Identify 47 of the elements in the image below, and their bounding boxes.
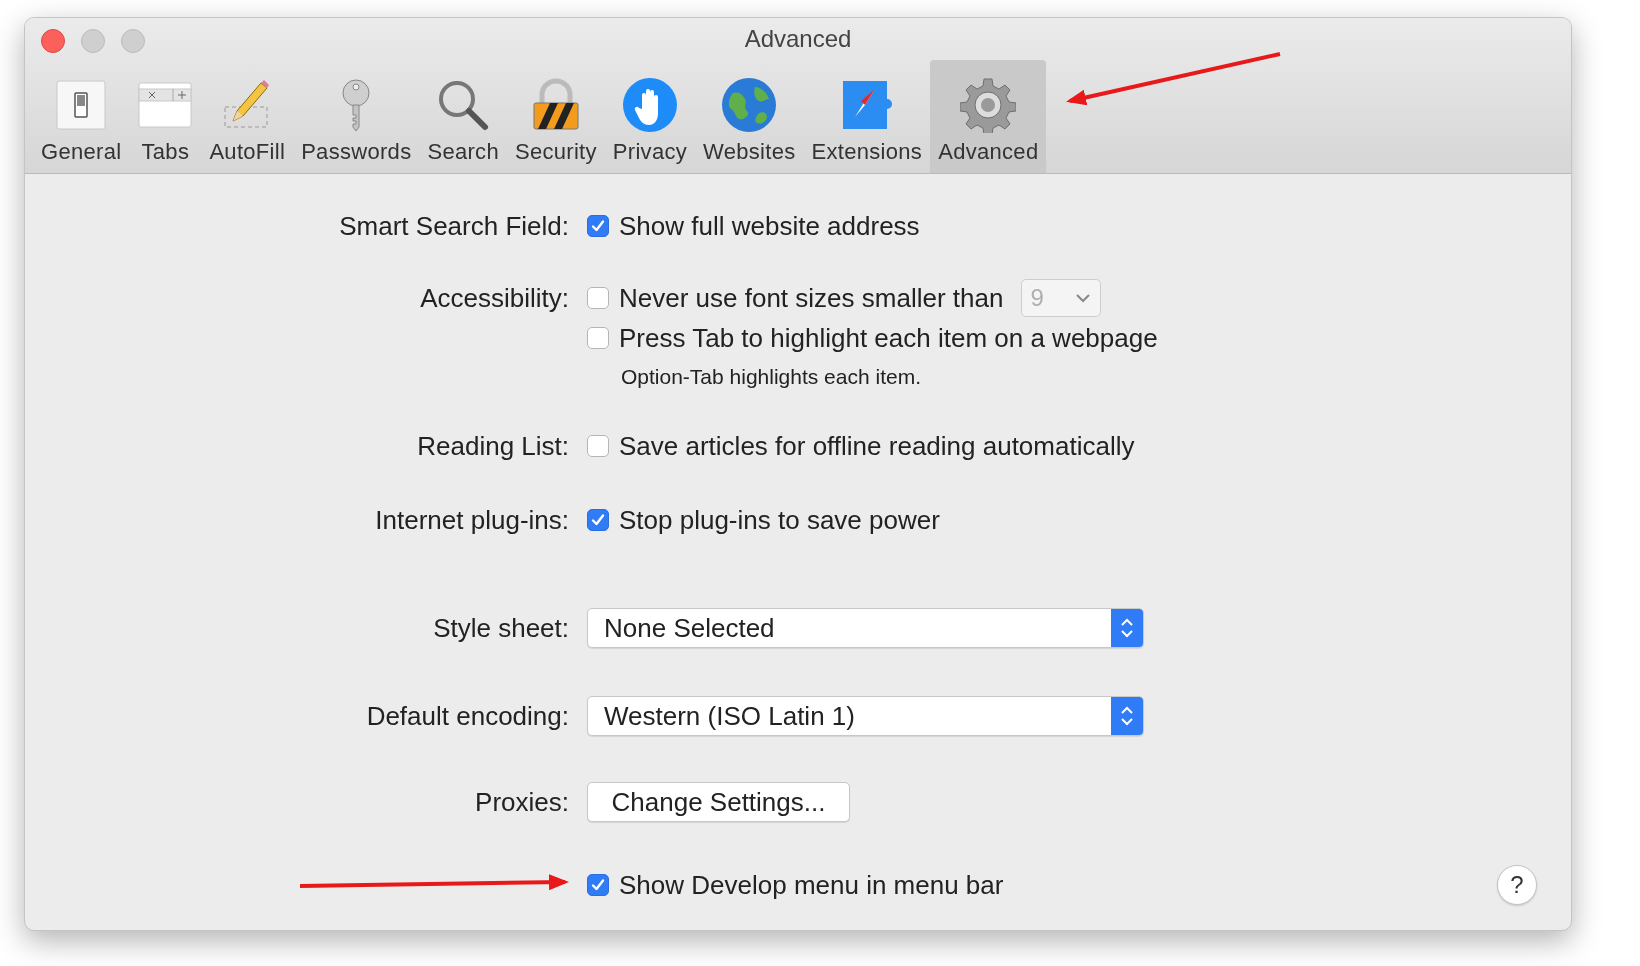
checkmark-icon: [590, 877, 606, 893]
zoom-button[interactable]: [121, 29, 145, 53]
setting-label: Internet plug-ins:: [374, 505, 569, 535]
minimize-button[interactable]: [81, 29, 105, 53]
checkbox[interactable]: [587, 509, 609, 531]
option-label: Press Tab to highlight each item on a webpage: [619, 322, 1158, 354]
setting-label: Proxies:: [474, 787, 569, 817]
raised-hand-icon: [621, 77, 678, 133]
toolbar-tab[interactable]: Websites: [695, 60, 804, 173]
setting-label: Default encoding:: [365, 701, 569, 731]
toolbar-tab[interactable]: Privacy: [604, 60, 696, 173]
checkbox[interactable]: [587, 215, 609, 237]
gear-icon: [960, 77, 1017, 133]
option-label: Show Develop menu in menu bar: [619, 869, 1004, 901]
window-title: Advanced: [744, 25, 852, 53]
option-label: Save articles for offline reading automatically: [619, 430, 1135, 462]
checkbox[interactable]: [587, 435, 609, 457]
option-label: Show full website address: [619, 210, 920, 242]
toolbar-tab[interactable]: AutoFill: [201, 60, 294, 173]
toolbar-tab[interactable]: General: [33, 60, 130, 173]
checkmark-icon: [590, 218, 606, 234]
checkmark-icon: [590, 512, 606, 528]
setting-label: Style sheet:: [432, 613, 569, 643]
help-button[interactable]: ?: [1497, 865, 1537, 905]
setting-label: Accessibility:: [419, 283, 569, 313]
close-button[interactable]: [41, 29, 65, 53]
toolbar-tab[interactable]: Extensions: [803, 60, 931, 173]
up-down-chevrons-icon: [1120, 704, 1134, 728]
popup-menu[interactable]: Western (ISO Latin 1): [587, 696, 1144, 736]
checkbox[interactable]: [587, 874, 609, 896]
hint-text: Option-Tab highlights each item.: [621, 365, 922, 389]
toolbar-tab[interactable]: Passwords: [293, 60, 420, 173]
toolbar-tab[interactable]: Security: [506, 60, 605, 173]
checkbox[interactable]: [587, 327, 609, 349]
globe-icon: [721, 77, 778, 133]
change-settings-button[interactable]: Change Settings...: [587, 782, 850, 822]
setting-label: Reading List:: [416, 431, 569, 461]
setting-label: Smart Search Field:: [338, 211, 569, 241]
popup-menu[interactable]: None Selected: [587, 608, 1144, 648]
toolbar-tab[interactable]: Tabs: [129, 60, 202, 173]
chevron-down-icon: [1074, 292, 1093, 304]
up-down-chevrons-icon: [1120, 616, 1134, 640]
toolbar-tab[interactable]: Search: [419, 60, 507, 173]
toolbar-tab[interactable]: Advanced: [930, 60, 1047, 173]
checkbox[interactable]: [587, 287, 609, 309]
option-label: Never use font sizes smaller than: [619, 282, 1004, 314]
option-label: Stop plug-ins to save power: [619, 504, 940, 536]
